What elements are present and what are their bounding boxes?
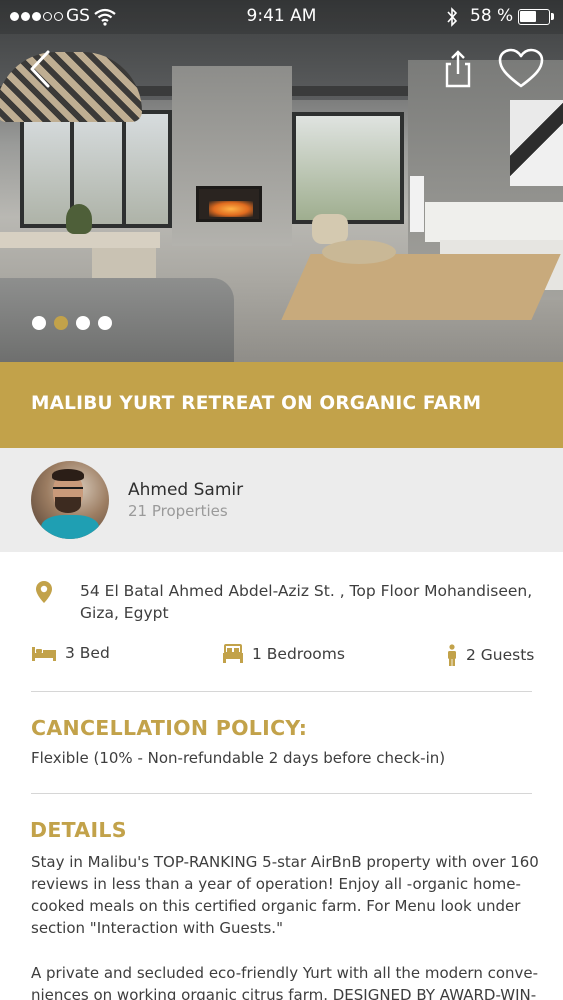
location-pin-icon xyxy=(35,580,53,608)
back-chevron-icon xyxy=(30,50,50,88)
photo-rug xyxy=(281,254,561,320)
section-divider xyxy=(31,793,532,794)
photo-artwork xyxy=(510,100,563,186)
feature-guests-label: 2 Guests xyxy=(466,646,535,664)
battery-fill xyxy=(520,11,536,22)
photo-table-leg xyxy=(92,248,156,278)
details-heading: DETAILS xyxy=(30,818,127,842)
back-button[interactable] xyxy=(22,46,62,92)
photo-speaker xyxy=(410,176,424,232)
pager-dot[interactable] xyxy=(54,316,68,330)
share-icon xyxy=(445,50,471,88)
photo-plant xyxy=(66,204,92,234)
feature-bedrooms: 1 Bedrooms xyxy=(222,644,345,664)
photo-window-right xyxy=(292,112,404,224)
feature-bedrooms-label: 1 Bedrooms xyxy=(252,645,345,663)
avatar-hair xyxy=(52,469,84,481)
section-divider xyxy=(31,691,532,692)
feature-guests: 2 Guests xyxy=(446,644,534,666)
photo-window-left xyxy=(20,110,172,228)
person-icon xyxy=(448,644,456,666)
avatar-glasses xyxy=(53,487,83,493)
listing-photo[interactable]: GS 9:41 AM 58 % xyxy=(0,0,563,362)
photo-cabinet xyxy=(425,202,563,242)
avatar-beard xyxy=(55,497,81,513)
share-button[interactable] xyxy=(438,46,478,92)
host-avatar[interactable] xyxy=(31,461,109,539)
host-properties-count: 21 Properties xyxy=(128,502,228,520)
pager-dot[interactable] xyxy=(76,316,90,330)
battery-nub xyxy=(551,13,554,20)
status-bar: GS 9:41 AM 58 % xyxy=(0,0,563,34)
host-name[interactable]: Ahmed Samir xyxy=(128,480,243,500)
photo-fireplace xyxy=(196,186,262,222)
bed-icon xyxy=(32,647,56,661)
listing-address: 54 El Batal Ahmed Abdel-Aziz St. , Top F… xyxy=(80,582,533,622)
bluetooth-icon xyxy=(446,7,458,32)
photo-basket xyxy=(312,214,348,244)
feature-beds: 3 Bed xyxy=(31,644,110,662)
listing-title: MALIBU YURT RETREAT ON ORGANIC FARM xyxy=(31,393,482,414)
photo-fire xyxy=(209,201,253,217)
battery-icon xyxy=(518,9,550,25)
photo-pager[interactable] xyxy=(32,316,112,330)
cancellation-policy-text: Flexible (10% - Non-refundable 2 days be… xyxy=(31,749,446,767)
battery-percent: 58 % xyxy=(470,6,514,26)
bedroom-icon xyxy=(223,644,243,663)
listing-title-bar: MALIBU YURT RETREAT ON ORGANIC FARM xyxy=(0,362,563,448)
feature-beds-label: 3 Bed xyxy=(65,644,110,662)
details-paragraph: Stay in Malibu's TOP-RANKING 5-star AirB… xyxy=(31,853,539,937)
pager-dot[interactable] xyxy=(98,316,112,330)
favorite-button[interactable] xyxy=(496,46,546,92)
photo-table xyxy=(0,232,160,248)
details-paragraph: A private and secluded eco-friendly Yurt… xyxy=(31,964,539,1000)
cancellation-heading: CANCELLATION POLICY: xyxy=(31,716,308,740)
pager-dot[interactable] xyxy=(32,316,46,330)
host-card[interactable]: Ahmed Samir 21 Properties xyxy=(0,448,563,552)
heart-icon xyxy=(498,48,544,88)
photo-pouf xyxy=(322,240,396,264)
avatar-shirt xyxy=(41,515,99,539)
